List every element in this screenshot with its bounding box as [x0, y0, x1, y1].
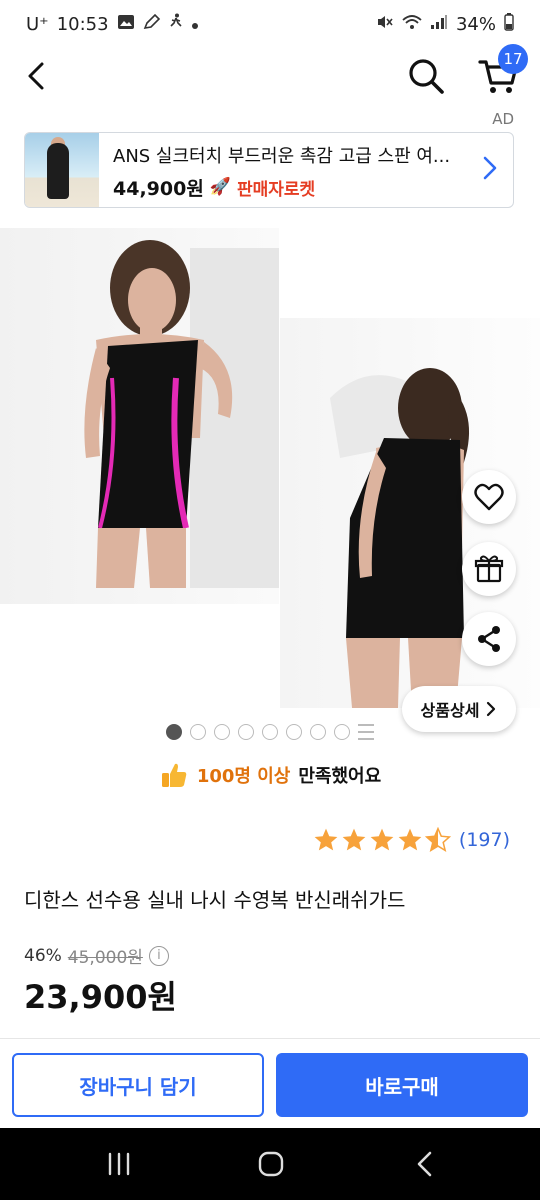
price-info-icon[interactable]: i — [148, 945, 169, 966]
add-to-cart-button[interactable]: 장바구니 담기 — [12, 1053, 264, 1117]
discount-row: 46% 45,000원 i — [24, 943, 169, 968]
ad-thumbnail — [25, 133, 99, 207]
system-navigation-bar — [0, 1128, 540, 1200]
bottom-action-bar: 장바구니 담기 바로구매 — [0, 1038, 540, 1128]
status-right: 34% — [376, 13, 514, 35]
pagination-dot[interactable] — [238, 724, 254, 740]
sale-price: 23,900원 — [24, 978, 177, 1016]
discount-rate: 46% — [24, 945, 62, 966]
ad-price: 44,900원 — [113, 177, 204, 200]
product-title: 디한스 선수용 실내 나시 수영복 반신래쉬가드 — [24, 888, 406, 912]
pen-icon — [143, 13, 161, 34]
ad-thumb-model — [47, 143, 69, 199]
product-photo-front — [0, 228, 279, 604]
satisfaction-text: 만족했어요 — [298, 766, 382, 787]
wishlist-button[interactable] — [462, 470, 516, 524]
share-button[interactable] — [462, 612, 516, 666]
carrier-label: U⁺ — [26, 13, 49, 35]
star-half-icon — [424, 827, 451, 852]
pagination-dot[interactable] — [190, 724, 206, 740]
system-back-icon[interactable] — [410, 1150, 440, 1178]
pagination-dot[interactable] — [214, 724, 230, 740]
product-gallery[interactable]: 상품상세 — [0, 228, 540, 732]
cart-count-badge: 17 — [498, 44, 528, 74]
ad-text: ANS 실크터치 부드러운 촉감 고급 스판 여... 44,900원 🚀 판매… — [99, 140, 479, 201]
ad-label: AD — [492, 110, 514, 128]
ad-seller-badge: 판매자로켓 — [236, 179, 316, 200]
clock: 10:53 — [56, 13, 109, 35]
gallery-icon — [117, 14, 135, 34]
chevron-right-icon — [487, 701, 496, 717]
recent-apps-icon[interactable] — [104, 1150, 134, 1178]
back-arrow-icon — [28, 62, 44, 90]
pagination-dot[interactable] — [166, 724, 182, 740]
star-full-icon — [342, 828, 366, 851]
gallery-pagination — [166, 724, 374, 740]
pagination-dot[interactable] — [310, 724, 326, 740]
rocket-icon: 🚀 — [209, 177, 231, 197]
satisfaction-banner: 100명 이상 만족했어요 — [0, 760, 540, 790]
home-icon[interactable] — [256, 1150, 286, 1178]
star-full-icon — [370, 828, 394, 851]
wifi-icon — [402, 14, 422, 34]
product-rating[interactable]: (197) — [313, 827, 510, 853]
pagination-dot[interactable] — [286, 724, 302, 740]
chevron-right-icon — [479, 153, 505, 187]
gift-icon — [474, 555, 504, 583]
grid-more-icon[interactable] — [358, 724, 374, 740]
dot-icon — [191, 15, 199, 34]
share-icon — [478, 626, 500, 652]
buy-now-button[interactable]: 바로구매 — [276, 1053, 528, 1117]
review-count-link[interactable]: (197) — [459, 829, 510, 851]
status-bar: U⁺ 10:53 34% — [0, 0, 540, 48]
pagination-dot[interactable] — [262, 724, 278, 740]
pagination-dot[interactable] — [334, 724, 350, 740]
ad-price-row: 44,900원 🚀 판매자로켓 — [113, 174, 479, 201]
back-button[interactable] — [20, 58, 56, 94]
satisfaction-count: 100명 이상 — [196, 766, 291, 787]
search-button[interactable] — [406, 56, 446, 96]
thumbs-up-icon — [161, 763, 187, 787]
ad-title: ANS 실크터치 부드러운 촉감 고급 스판 여... — [113, 145, 451, 167]
mute-icon — [376, 14, 394, 34]
battery-level: 34% — [455, 13, 496, 35]
signal-icon — [430, 14, 448, 34]
product-detail-label: 상품상세 — [420, 701, 480, 720]
search-icon — [409, 59, 444, 94]
gift-button[interactable] — [462, 542, 516, 596]
original-price: 45,000원 — [67, 948, 143, 968]
battery-icon — [504, 13, 514, 35]
top-nav — [0, 48, 540, 104]
star-full-icon — [398, 828, 422, 851]
status-left: U⁺ 10:53 — [26, 13, 199, 35]
product-detail-button[interactable]: 상품상세 — [402, 686, 516, 732]
walking-icon — [169, 13, 183, 35]
star-full-icon — [314, 828, 338, 851]
ad-banner[interactable]: ANS 실크터치 부드러운 촉감 고급 스판 여... 44,900원 🚀 판매… — [24, 132, 514, 208]
heart-icon — [474, 483, 504, 511]
